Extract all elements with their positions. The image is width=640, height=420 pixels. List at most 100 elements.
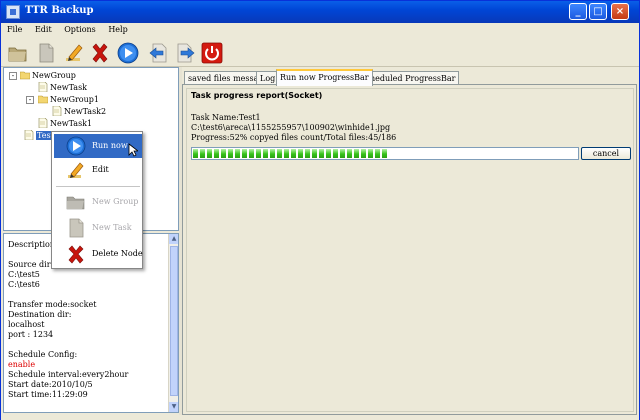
- description-line: Source dirs:: [8, 260, 58, 269]
- app-window: TTR Backup _ □ × File Edit Options Help: [0, 0, 640, 420]
- progress-segment: [368, 149, 373, 158]
- progress-report-group: Task progress report(Socket) Task Name:T…: [186, 88, 634, 412]
- progress-segment: [382, 149, 387, 158]
- progress-segment: [249, 149, 254, 158]
- progress-segment: [361, 149, 366, 158]
- menu-help[interactable]: Help: [102, 23, 131, 34]
- run-play-icon: [66, 136, 86, 156]
- progress-segment: [235, 149, 240, 158]
- task-name-text: Task Name:Test1: [191, 113, 261, 122]
- description-line: C:\test6: [8, 280, 40, 289]
- tab-strip: saved files messages Log Run now Progres…: [182, 69, 637, 86]
- delete-x-icon[interactable]: [89, 42, 111, 64]
- progress-segment: [291, 149, 296, 158]
- download-arrow-icon[interactable]: [175, 42, 197, 64]
- description-line: Transfer mode:socket: [8, 300, 97, 309]
- progress-segment: [305, 149, 310, 158]
- progress-segment: [319, 149, 324, 158]
- scrollbar-thumb[interactable]: [170, 246, 178, 396]
- progress-segment: [256, 149, 261, 158]
- progress-segment: [375, 149, 380, 158]
- description-line: Start time:11:29:09: [8, 390, 88, 399]
- menu-item-new-group: New Group: [54, 190, 142, 214]
- progress-segment: [221, 149, 226, 158]
- new-document-icon: [66, 218, 86, 238]
- description-line: Start date:2010/10/5: [8, 380, 93, 389]
- description-line: C:\test5: [8, 270, 40, 279]
- tree-node-task[interactable]: NewTask: [38, 81, 87, 94]
- tab-run-now-progressbar[interactable]: Run now ProgressBar: [276, 69, 373, 86]
- open-folder-icon[interactable]: [7, 42, 29, 64]
- tree-collapse-toggle[interactable]: -: [26, 96, 34, 104]
- tree-collapse-toggle[interactable]: -: [9, 72, 17, 80]
- menu-edit[interactable]: Edit: [29, 23, 56, 34]
- progress-segment: [207, 149, 212, 158]
- progress-segment: [347, 149, 352, 158]
- app-icon[interactable]: [6, 5, 20, 19]
- tree-node-task[interactable]: NewTask1: [38, 117, 92, 130]
- tree-node-task[interactable]: NewTask2: [52, 105, 106, 118]
- current-file-path: C:\test6\areca\1155255957\100902\winhide…: [191, 123, 391, 132]
- menu-file[interactable]: File: [1, 23, 26, 34]
- progress-segment: [298, 149, 303, 158]
- menu-item-edit[interactable]: Edit: [54, 158, 142, 182]
- scroll-down-arrow-icon[interactable]: ▼: [169, 402, 178, 412]
- progress-report-title: Task progress report(Socket): [191, 91, 323, 100]
- description-line: Schedule interval:every2hour: [8, 370, 129, 379]
- task-file-icon: [52, 105, 62, 117]
- new-document-icon[interactable]: [35, 42, 57, 64]
- menu-item-new-task: New Task: [54, 216, 142, 240]
- tab-page-run-now: Task progress report(Socket) Task Name:T…: [182, 84, 637, 415]
- description-line: Schedule Config:: [8, 350, 78, 359]
- menu-separator: [56, 186, 140, 187]
- edit-pencil-icon[interactable]: [63, 42, 85, 64]
- schedule-enable-status: enable: [8, 360, 36, 369]
- task-file-icon: [24, 129, 34, 141]
- progress-segment: [214, 149, 219, 158]
- progress-segment: [333, 149, 338, 158]
- folder-icon: [37, 94, 49, 104]
- cancel-button[interactable]: cancel: [581, 147, 631, 160]
- power-exit-icon[interactable]: [201, 42, 223, 64]
- progress-segment: [242, 149, 247, 158]
- toolbar: [1, 39, 639, 67]
- menu-options[interactable]: Options: [58, 23, 100, 34]
- menu-bar: File Edit Options Help: [1, 23, 639, 39]
- progress-segment: [340, 149, 345, 158]
- edit-pencil-icon: [66, 160, 86, 180]
- description-line: port : 1234: [8, 330, 54, 339]
- close-button[interactable]: ×: [611, 3, 629, 20]
- mouse-cursor-icon: [128, 143, 138, 157]
- run-play-icon[interactable]: [117, 42, 139, 64]
- progress-segment: [284, 149, 289, 158]
- progress-segment: [200, 149, 205, 158]
- progress-segment: [277, 149, 282, 158]
- title-bar[interactable]: TTR Backup _ □ ×: [1, 1, 639, 23]
- tree-node-group[interactable]: NewGroup1: [37, 94, 99, 106]
- scroll-up-arrow-icon[interactable]: ▲: [169, 234, 178, 244]
- window-title: TTR Backup: [25, 5, 94, 16]
- progress-stats-text: Progress:52% copyed files count/Total fi…: [191, 133, 397, 142]
- progress-bar: [191, 147, 579, 160]
- right-panel: saved files messages Log Run now Progres…: [182, 67, 637, 415]
- minimize-button[interactable]: _: [569, 3, 587, 20]
- progress-segment: [263, 149, 268, 158]
- description-line: Destination dir:: [8, 310, 72, 319]
- description-scrollbar[interactable]: ▲ ▼: [168, 234, 178, 412]
- tree-node-group[interactable]: NewGroup: [19, 70, 76, 82]
- progress-segment: [354, 149, 359, 158]
- progress-segment: [193, 149, 198, 158]
- progress-bar-fill: [193, 149, 577, 158]
- menu-item-delete-node[interactable]: Delete Node: [54, 242, 143, 266]
- maximize-button[interactable]: □: [589, 3, 607, 20]
- progress-segment: [326, 149, 331, 158]
- progress-segment: [270, 149, 275, 158]
- folder-icon: [19, 70, 31, 80]
- folder-icon: [66, 192, 86, 212]
- status-bar: [1, 415, 639, 420]
- upload-arrow-icon[interactable]: [147, 42, 169, 64]
- progress-segment: [228, 149, 233, 158]
- task-file-icon: [38, 117, 48, 129]
- progress-segment: [312, 149, 317, 158]
- delete-x-icon: [66, 244, 86, 264]
